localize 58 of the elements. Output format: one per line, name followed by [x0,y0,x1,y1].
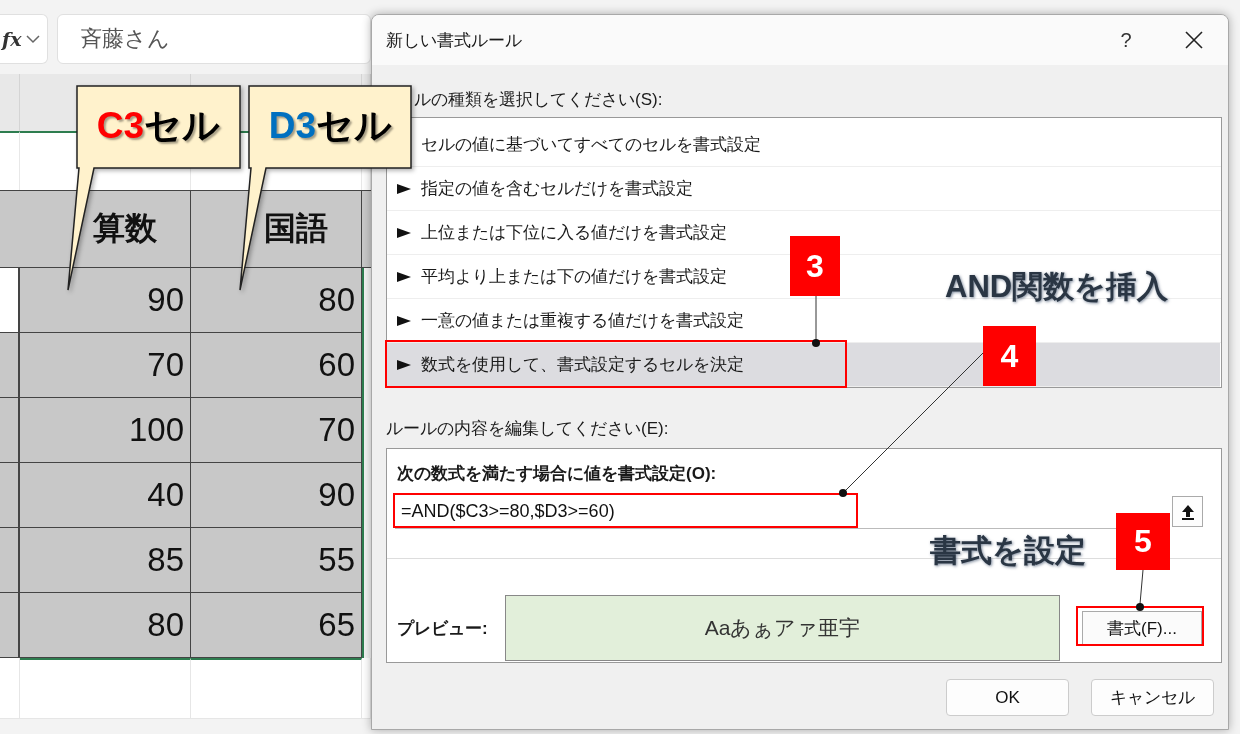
table-cell: 90 [20,268,191,333]
function-box[interactable]: fx [0,14,48,64]
section-label: ルールの内容を編集してください(E): [386,418,670,440]
triangle-right-icon [397,359,411,370]
chevron-down-icon [25,34,40,44]
upload-arrow-icon [1180,503,1195,520]
dialog-title: 新しい書式ルール [386,29,523,52]
table-cell [0,593,20,658]
annotation-caption: AND関数を挿入 [945,268,1169,306]
close-icon [1185,31,1203,49]
cancel-button[interactable]: キャンセル [1091,679,1214,716]
annotation-caption: 書式を設定 [930,532,1086,570]
callout-ref: D3 [268,105,317,146]
table-cell: 65 [191,593,362,658]
collapse-button[interactable] [1172,496,1203,527]
column-header: 国語 [191,190,362,268]
triangle-right-icon [397,271,411,282]
table-cell [0,398,20,463]
leader-line [1136,569,1144,611]
table-cell [0,463,20,528]
triangle-right-icon [397,315,411,326]
rule-type-item[interactable]: 平均より上または下の値だけを書式設定 [421,265,727,288]
table-cell [0,268,20,333]
table-cell: 60 [191,333,362,398]
table-cell: 40 [20,463,191,528]
rule-type-item[interactable]: 数式を使用して、書式設定するセルを決定 [421,353,744,376]
preview-label: プレビュー: [397,617,489,640]
step-badge: 3 [790,236,840,296]
table-cell: 100 [20,398,191,463]
table-cell [0,528,20,593]
table-cell: 90 [191,463,362,528]
callout-ref: C3 [96,105,145,146]
format-button[interactable]: 書式(F)... [1082,611,1202,645]
table-cell: 80 [20,593,191,658]
formula-field[interactable]: 斉藤さん [57,14,371,64]
step-badge: 5 [1116,513,1170,570]
triangle-right-icon [397,227,411,238]
callout-text: セル [144,105,221,146]
rule-type-item[interactable]: 一意の値または重複する値だけを書式設定 [421,309,744,332]
rule-type-item[interactable]: 指定の値を含むセルだけを書式設定 [421,177,693,200]
rule-type-item[interactable]: 上位または下位に入る値だけを書式設定 [421,221,727,244]
table-cell: 55 [191,528,362,593]
fx-label: fx [2,28,22,50]
rule-type-item[interactable]: セルの値に基づいてすべてのセルを書式設定 [421,133,761,156]
table-cell [0,333,20,398]
leader-line [812,295,820,347]
triangle-right-icon [397,183,411,194]
formula-label: 次の数式を満たす場合に値を書式設定(O): [397,463,718,485]
callout-text: セル [316,105,393,146]
table-cell: 80 [191,268,362,333]
help-button[interactable]: ? [1106,20,1146,60]
section-label: ルの種類を選択してください(S): [414,89,664,111]
table-cell: 70 [20,333,191,398]
step-badge: 4 [983,326,1036,386]
table-cell: 70 [191,398,362,463]
ok-button[interactable]: OK [946,679,1069,716]
table-cell: 85 [20,528,191,593]
preview-box: Aaあぁアァ亜宇 [505,595,1060,661]
